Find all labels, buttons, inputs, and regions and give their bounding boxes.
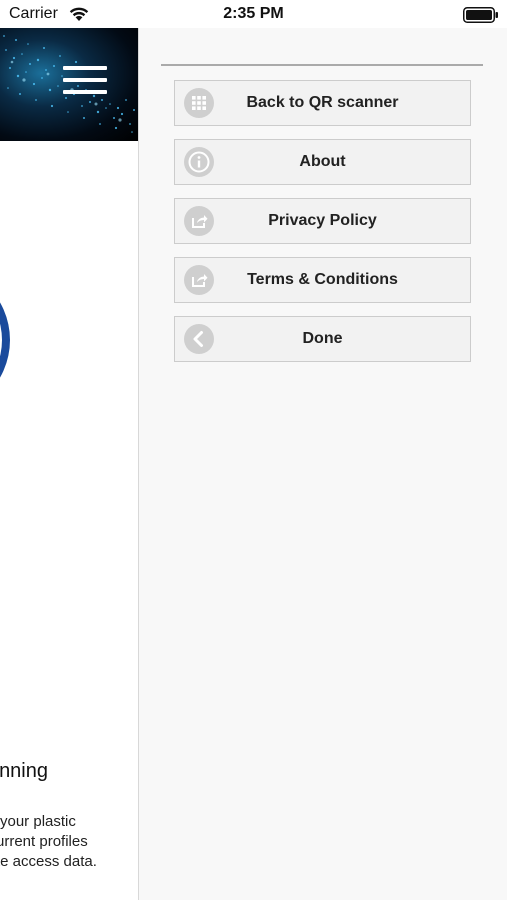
content-body-line: your plastic: [0, 813, 76, 830]
side-menu: Back to QR scanner About Privacy Policy …: [138, 28, 507, 900]
menu-item-label: About: [299, 153, 346, 170]
done-button[interactable]: Done: [174, 316, 471, 362]
menu-divider: [161, 64, 483, 66]
menu-list: Back to QR scanner About Privacy Policy …: [174, 80, 471, 375]
logo-ring: [0, 260, 10, 420]
content-body-line: urrent profiles: [0, 833, 88, 850]
status-bar: Carrier 2:35 PM: [0, 0, 507, 28]
hamburger-menu-icon[interactable]: [63, 66, 107, 98]
privacy-policy-button[interactable]: Privacy Policy: [174, 198, 471, 244]
status-time: 2:35 PM: [223, 5, 284, 22]
hero-banner: [0, 28, 138, 141]
battery-full-icon: [463, 7, 498, 23]
content-body-line: te access data.: [0, 853, 97, 870]
menu-item-label: Terms & Conditions: [247, 271, 398, 288]
about-button[interactable]: About: [174, 139, 471, 185]
content-page: nning your plastic urrent profiles te ac…: [0, 28, 138, 900]
back-to-qr-scanner-button[interactable]: Back to QR scanner: [174, 80, 471, 126]
menu-item-label: Privacy Policy: [268, 212, 377, 229]
terms-and-conditions-button[interactable]: Terms & Conditions: [174, 257, 471, 303]
content-heading-text: nning: [0, 760, 48, 782]
app-screen: Carrier 2:35 PM nning your plastic urren…: [0, 0, 507, 900]
menu-item-label: Back to QR scanner: [246, 94, 399, 111]
menu-item-label: Done: [302, 330, 343, 347]
